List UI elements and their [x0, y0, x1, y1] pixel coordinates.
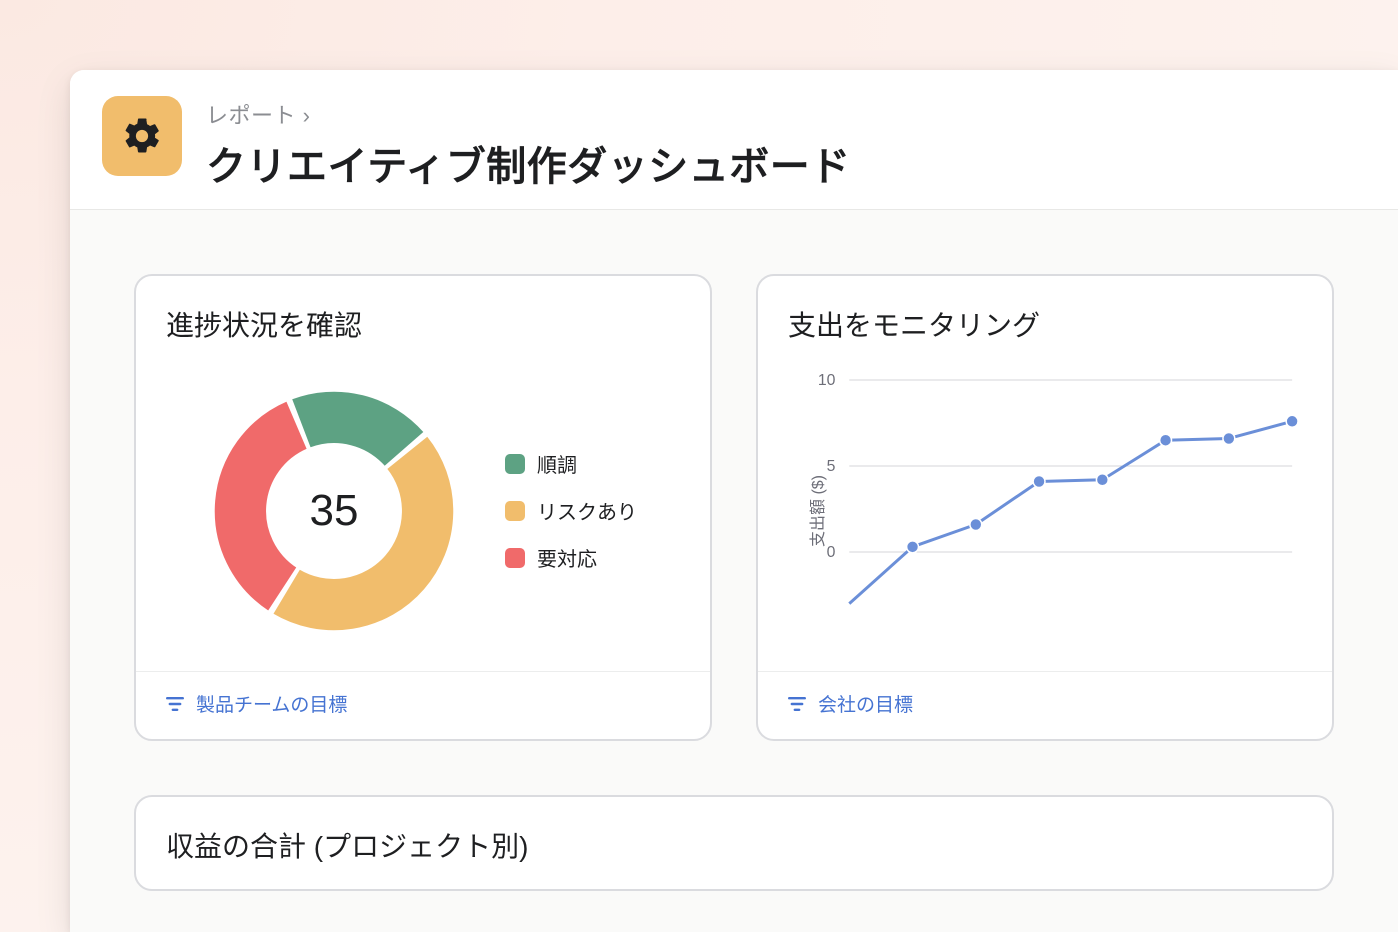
filter-link-label: 製品チームの目標	[196, 690, 347, 717]
filter-icon	[788, 697, 806, 711]
legend-label: 要対応	[537, 543, 597, 572]
breadcrumb[interactable]: レポート ›	[206, 98, 851, 130]
gear-icon	[102, 96, 182, 176]
content: 進捗状況を確認 35 順調 リスクあり	[70, 210, 1398, 891]
page-title: クリエイティブ制作ダッシュボード	[206, 134, 851, 192]
swatch-green	[505, 454, 525, 474]
svg-text:5: 5	[827, 458, 836, 475]
header: レポート › クリエイティブ制作ダッシュボード	[70, 70, 1398, 210]
card-progress-title: 進捗状況を確認	[166, 304, 680, 344]
card-revenue[interactable]: 収益の合計 (プロジェクト別)	[134, 795, 1334, 891]
card-progress[interactable]: 進捗状況を確認 35 順調 リスクあり	[134, 274, 712, 741]
legend-item-attention: 要対応	[505, 543, 637, 572]
card-spend-title: 支出をモニタリング	[788, 304, 1302, 344]
legend-label: 順調	[537, 449, 577, 478]
donut-center-value: 35	[209, 386, 459, 636]
line-chart: 支出額 ($) 0510	[788, 368, 1302, 653]
cards-row: 進捗状況を確認 35 順調 リスクあり	[134, 274, 1334, 741]
donut-chart: 35	[209, 386, 459, 636]
line-ylabel: 支出額 ($)	[804, 474, 828, 546]
card-spend-footer[interactable]: 会社の目標	[758, 671, 1332, 717]
legend-item-risk: リスクあり	[505, 496, 637, 525]
filter-link-label: 会社の目標	[818, 690, 913, 717]
filter-icon	[166, 697, 184, 711]
legend-label: リスクあり	[537, 496, 637, 525]
header-text: レポート › クリエイティブ制作ダッシュボード	[206, 96, 851, 192]
donut-legend: 順調 リスクあり 要対応	[505, 449, 637, 572]
card-revenue-title: 収益の合計 (プロジェクト別)	[166, 825, 1302, 865]
card-spend[interactable]: 支出をモニタリング 支出額 ($) 0510 会社の目標	[756, 274, 1334, 741]
swatch-red	[505, 548, 525, 568]
swatch-amber	[505, 501, 525, 521]
app-window: レポート › クリエイティブ制作ダッシュボード 進捗状況を確認 35 順調	[70, 70, 1398, 932]
legend-item-ontrack: 順調	[505, 449, 637, 478]
donut-wrap: 35 順調 リスクあり 要対応	[166, 368, 680, 653]
svg-text:10: 10	[818, 372, 836, 389]
card-progress-footer[interactable]: 製品チームの目標	[136, 671, 710, 717]
